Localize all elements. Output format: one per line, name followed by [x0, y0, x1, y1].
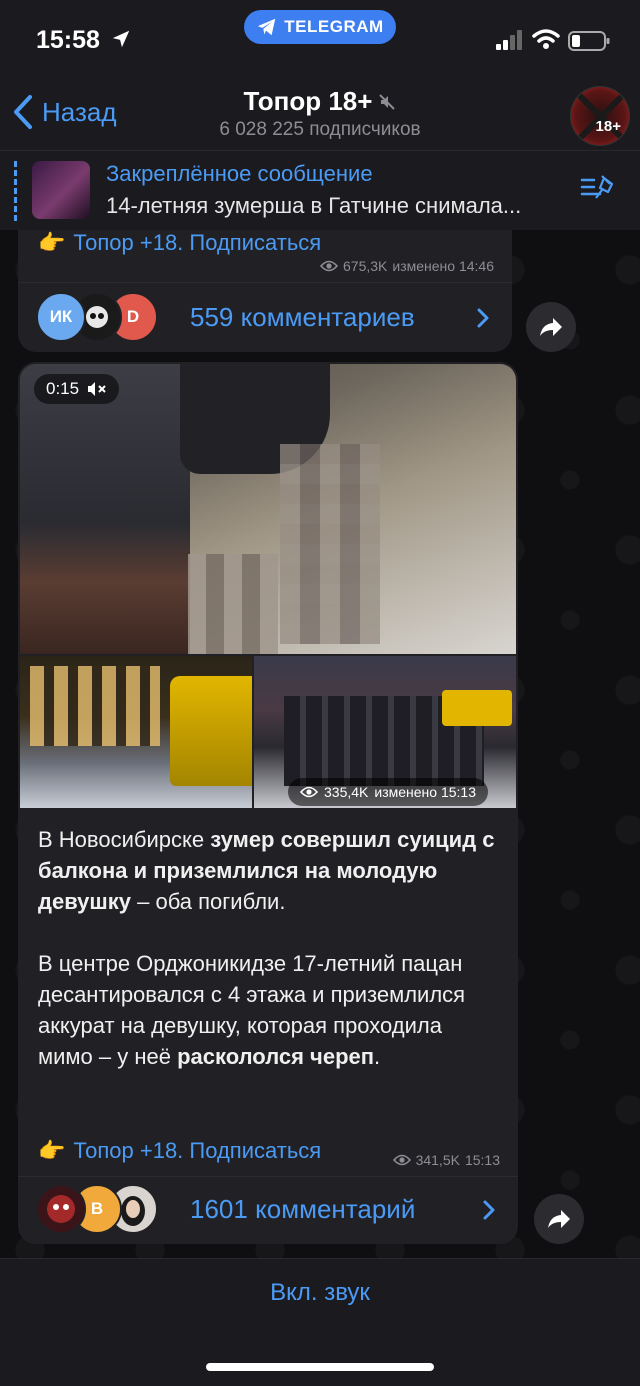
eye-icon — [300, 786, 318, 798]
view-count: 675,3K — [343, 258, 388, 274]
message-time: 15:13 — [464, 1152, 500, 1168]
unmute-button[interactable]: Вкл. звук — [0, 1279, 640, 1307]
telegram-return-pill[interactable]: TELEGRAM — [244, 10, 396, 44]
subscribe-link[interactable]: 👉 Топор +18. Подписаться — [38, 1138, 321, 1164]
pointing-hand-icon: 👉 — [38, 230, 66, 255]
comments-count: 1601 комментарий — [190, 1194, 416, 1224]
subscribe-link-text: Топор +18. Подписаться — [73, 1138, 322, 1163]
post-paragraph: В Новосибирске зумер совершил суицид с б… — [38, 827, 495, 914]
message-bubble: 👉 Топор +18. Подписаться 675,3K изменено… — [18, 230, 512, 352]
status-bar: 15:58 TELEGRAM — [0, 0, 640, 80]
post-paragraph: В центре Орджоникидзе 17-летний пацан де… — [38, 951, 466, 1069]
channel-info[interactable]: Топор 18+ 6 028 225 подписчиков — [150, 86, 490, 141]
back-button[interactable]: Назад — [12, 94, 117, 130]
video-duration: 0:15 — [46, 379, 80, 398]
home-indicator[interactable] — [206, 1363, 434, 1371]
message-bubble: 0:15 335,4K изменено 15:13 В Новосибирск… — [18, 362, 518, 1244]
post-text: В Новосибирске зумер совершил суицид с б… — [38, 824, 498, 1103]
bottom-bar: Вкл. звук — [0, 1258, 640, 1386]
muted-speaker-icon — [88, 382, 106, 396]
avatar — [36, 1183, 86, 1234]
message-meta: 341,5K 15:13 — [392, 1152, 500, 1168]
subscriber-count: 6 028 225 подписчиков — [219, 119, 421, 140]
edited-time: изменено 14:46 — [392, 258, 494, 274]
share-icon — [548, 1210, 570, 1228]
view-count: 335,4K — [324, 784, 369, 800]
signal-icon — [496, 30, 522, 50]
subscribe-link[interactable]: 👉 Топор +18. Подписаться — [38, 230, 321, 256]
pinned-thumbnail — [32, 161, 90, 219]
message-meta: 675,3K изменено 14:46 — [320, 258, 494, 274]
status-time: 15:58 — [36, 26, 100, 54]
comments-button[interactable]: ИК D 559 комментариев — [18, 282, 512, 352]
channel-avatar[interactable]: 18+ — [570, 86, 630, 146]
cross-mark-icon — [576, 92, 626, 142]
share-button[interactable] — [526, 302, 576, 352]
channel-avatar-text: 18+ — [595, 118, 621, 135]
back-label: Назад — [42, 96, 117, 127]
media-meta: 335,4K изменено 15:13 — [288, 778, 488, 806]
pinned-message-bar[interactable]: Закреплённое сообщение 14-летняя зумерша… — [0, 150, 640, 230]
location-arrow-icon — [112, 30, 130, 48]
back-chevron-icon — [14, 95, 32, 129]
pinned-title: Закреплённое сообщение — [106, 161, 373, 186]
subscribe-link-text: Топор +18. Подписаться — [73, 230, 322, 255]
photo-thumbnail[interactable] — [20, 656, 252, 808]
channel-title: Топор 18+ — [243, 86, 373, 116]
view-count: 341,5K — [415, 1152, 460, 1168]
video-preview[interactable]: 0:15 — [20, 364, 516, 654]
chevron-right-icon — [477, 308, 489, 327]
eye-icon — [320, 260, 339, 272]
pin-list-icon[interactable] — [580, 172, 616, 202]
wifi-icon — [532, 29, 560, 49]
pinned-indicator — [14, 161, 18, 221]
pointing-hand-icon: 👉 — [38, 1138, 66, 1163]
comments-count: 559 комментариев — [190, 302, 415, 332]
chevron-right-icon — [483, 1200, 495, 1219]
eye-icon — [392, 1154, 411, 1166]
commenter-avatars: ИК D — [36, 291, 166, 344]
telegram-icon — [258, 18, 276, 36]
video-duration-badge[interactable]: 0:15 — [34, 374, 120, 404]
avatar: ИК — [36, 291, 86, 342]
commenter-avatars: B — [36, 1183, 166, 1236]
battery-icon — [568, 31, 610, 51]
mute-icon — [379, 93, 396, 110]
telegram-pill-label: TELEGRAM — [284, 17, 384, 36]
chat-header: Назад Топор 18+ 6 028 225 подписчиков 18… — [0, 80, 640, 150]
edited-time: изменено 15:13 — [374, 784, 476, 800]
share-icon — [540, 318, 562, 336]
comments-button[interactable]: B 1601 комментарий — [18, 1176, 518, 1242]
share-button[interactable] — [534, 1194, 584, 1244]
pinned-text: 14-летняя зумерша в Гатчине снимала... — [106, 193, 522, 218]
